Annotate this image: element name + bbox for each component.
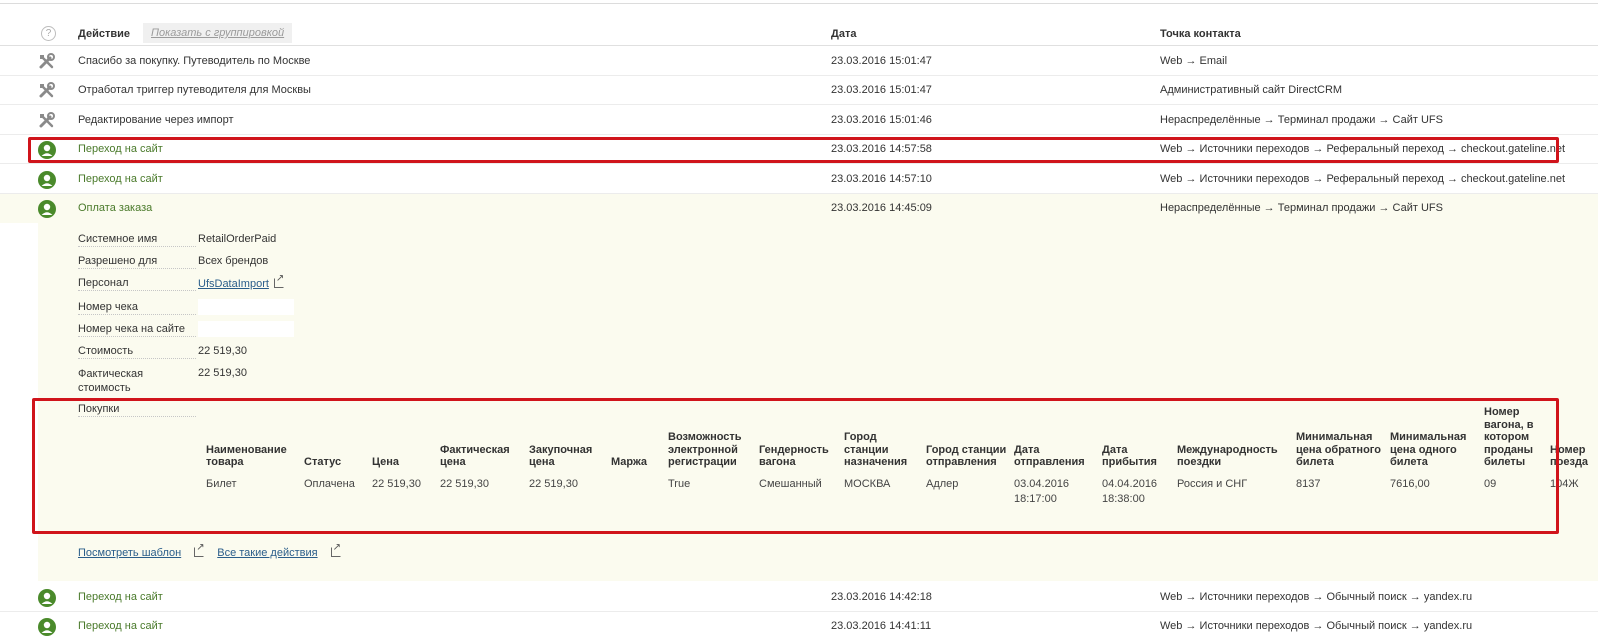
table-row[interactable]: Редактирование через импорт 23.03.2016 1… <box>0 106 1598 135</box>
help-icon[interactable]: ? <box>41 26 56 41</box>
external-link-icon[interactable] <box>273 273 284 288</box>
contact-point: Web → Источники переходов → Обычный поис… <box>1160 591 1473 603</box>
detail-value: Всех брендов <box>198 255 269 267</box>
expanded-row-links: Посмотреть шаблон Все такие действия <box>78 542 341 559</box>
user-icon <box>38 200 56 218</box>
column-header-action: Действие <box>78 28 130 40</box>
action-name: Переход на сайт <box>78 173 163 185</box>
table-row-expanded[interactable]: Оплата заказа 23.03.2016 14:45:09 Нерасп… <box>0 194 1598 223</box>
external-link-icon[interactable] <box>194 542 205 557</box>
contact-point: Административный сайт DirectCRM <box>1160 84 1343 96</box>
contact-point: Web → Email <box>1160 55 1228 67</box>
detail-label: Разрешено для <box>78 255 196 269</box>
action-name: Отработал триггер путеводителя для Москв… <box>78 84 311 96</box>
action-name: Редактирование через импорт <box>78 114 234 126</box>
action-date: 23.03.2016 15:01:47 <box>831 84 932 96</box>
user-icon <box>38 589 56 607</box>
view-template-link[interactable]: Посмотреть шаблон <box>78 547 181 559</box>
contact-point: Web → Источники переходов → Реферальный … <box>1160 173 1566 185</box>
table-header: ? Действие Показать с группировкой Дата … <box>0 20 1598 46</box>
group-toggle-button[interactable]: Показать с группировкой <box>143 23 293 43</box>
highlight-box-purchases <box>32 398 1559 534</box>
tools-icon <box>39 82 55 98</box>
table-row[interactable]: Переход на сайт 23.03.2016 14:41:11 Web … <box>0 612 1598 641</box>
external-link-icon[interactable] <box>330 542 341 557</box>
table-row[interactable]: Спасибо за покупку. Путеводитель по Моск… <box>0 47 1598 76</box>
highlight-box-row <box>28 137 1559 163</box>
action-date: 23.03.2016 15:01:46 <box>831 114 932 126</box>
detail-label: Номер чека на сайте <box>78 323 196 337</box>
top-divider <box>0 3 1598 4</box>
detail-value <box>198 299 294 315</box>
table-row[interactable]: Переход на сайт 23.03.2016 14:42:18 Web … <box>0 583 1598 612</box>
action-date: 23.03.2016 14:42:18 <box>831 591 932 603</box>
detail-label: Фактическая стоимость <box>78 368 144 394</box>
contact-point: Нераспределённые → Терминал продажи → Са… <box>1160 114 1443 126</box>
action-date: 23.03.2016 14:41:11 <box>831 620 932 632</box>
detail-value <box>198 321 294 337</box>
action-name: Спасибо за покупку. Путеводитель по Моск… <box>78 55 311 67</box>
tools-icon <box>39 112 55 128</box>
table-row[interactable]: Отработал триггер путеводителя для Москв… <box>0 76 1598 105</box>
contact-point: Web → Источники переходов → Обычный поис… <box>1160 620 1473 632</box>
all-such-actions-link[interactable]: Все такие действия <box>217 547 317 559</box>
detail-label: Персонал <box>78 277 196 291</box>
tools-icon <box>39 53 55 69</box>
detail-value: 22 519,30 <box>198 345 247 357</box>
user-icon <box>38 171 56 189</box>
action-name: Переход на сайт <box>78 620 163 632</box>
user-icon <box>38 618 56 636</box>
detail-value: 22 519,30 <box>198 367 247 379</box>
column-header-date: Дата <box>831 28 857 40</box>
action-name: Оплата заказа <box>78 202 153 214</box>
detail-value: RetailOrderPaid <box>198 233 277 245</box>
contact-point: Нераспределённые → Терминал продажи → Са… <box>1160 202 1443 214</box>
action-date: 23.03.2016 15:01:47 <box>831 55 932 67</box>
action-name: Переход на сайт <box>78 591 163 603</box>
table-row[interactable]: Переход на сайт 23.03.2016 14:57:10 Web … <box>0 165 1598 194</box>
detail-label: Номер чека <box>78 301 196 315</box>
detail-label: Системное имя <box>78 233 196 247</box>
action-date: 23.03.2016 14:57:10 <box>831 173 932 185</box>
column-header-contact: Точка контакта <box>1160 28 1241 40</box>
detail-label: Стоимость <box>78 345 196 359</box>
staff-link[interactable]: UfsDataImport <box>198 278 269 290</box>
action-date: 23.03.2016 14:45:09 <box>831 202 932 214</box>
